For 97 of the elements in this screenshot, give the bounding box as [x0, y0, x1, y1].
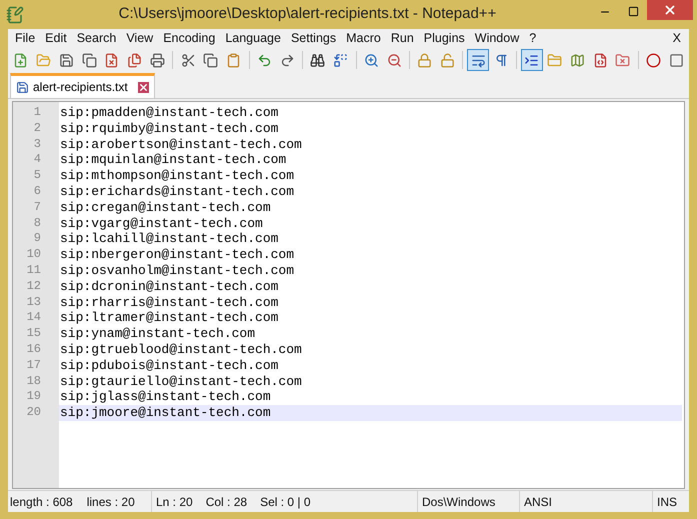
close-file-icon — [104, 52, 120, 68]
app-icon — [6, 6, 24, 24]
status-line: Ln : 20 — [156, 494, 193, 510]
line-number: 11 — [26, 262, 42, 279]
zoom-in-icon — [364, 52, 379, 68]
line-number: 2 — [32, 120, 42, 137]
menu-item[interactable]: Run — [386, 29, 419, 48]
save-all-icon — [82, 52, 97, 68]
save-icon — [16, 80, 29, 94]
menu-item[interactable]: Language — [220, 29, 286, 48]
line-number: 19 — [26, 389, 42, 406]
menu-item[interactable]: Search — [72, 29, 122, 48]
status-selection: Sel : 0 | 0 — [260, 494, 311, 510]
code-line: sip:pdubois@instant-tech.com — [59, 358, 280, 374]
line-number: 18 — [26, 374, 42, 390]
line-number: 17 — [26, 358, 42, 374]
code-line: sip:jglass@instant-tech.com — [59, 389, 272, 406]
word-wrap-icon — [470, 52, 486, 68]
menu-item[interactable]: Settings — [286, 29, 342, 48]
status-column: Col : 28 — [206, 492, 248, 510]
menu-item[interactable]: Window — [470, 29, 524, 48]
cut-icon — [180, 52, 196, 68]
code-line: sip:dcronin@instant-tech.com — [59, 278, 280, 295]
map-icon — [570, 52, 585, 68]
print-icon — [150, 52, 165, 68]
maximize-icon — [628, 6, 638, 17]
zoom-out-icon — [386, 52, 402, 68]
status-eol: Dos\Windows — [422, 494, 496, 510]
code-line: sip:ynam@instant-tech.com — [59, 326, 256, 342]
line-number: 10 — [26, 247, 42, 263]
status-encoding: ANSI — [524, 494, 552, 510]
code-line: sip:nbergeron@instant-tech.com — [59, 247, 296, 263]
line-number: 13 — [26, 294, 42, 310]
code-line: sip:gtrueblood@instant-tech.com — [59, 342, 303, 358]
line-number: 20 — [26, 405, 42, 421]
code-line: sip:pmadden@instant-tech.com — [59, 105, 280, 121]
line-number: 8 — [32, 216, 42, 232]
find-icon — [310, 52, 326, 68]
line-number: 1 — [32, 105, 42, 121]
close-button[interactable] — [647, 0, 693, 20]
line-number: 9 — [32, 231, 42, 248]
line-number: 14 — [26, 310, 42, 326]
line-number: 15 — [26, 326, 42, 342]
line-number: 12 — [26, 278, 42, 295]
undo-icon — [256, 52, 272, 68]
code-line: sip:rquimby@instant-tech.com — [59, 120, 280, 137]
toolbar-button[interactable] — [520, 49, 543, 71]
replace-icon — [333, 52, 348, 68]
line-number: 6 — [32, 184, 42, 200]
save-icon — [58, 52, 74, 68]
close-icon — [663, 3, 677, 17]
menu-item[interactable]: ? — [524, 29, 542, 48]
code-line: sip:vgarg@instant-tech.com — [59, 216, 264, 232]
stop-icon — [668, 52, 684, 68]
code-line: sip:mquinlan@instant-tech.com — [59, 152, 288, 168]
status-mode: INS — [657, 494, 678, 510]
pilcrow-icon — [494, 52, 509, 68]
new-file-icon — [13, 52, 28, 68]
toolbar-button[interactable] — [467, 49, 490, 71]
status-lines: lines : 20 — [86, 494, 135, 510]
document-icon — [592, 52, 608, 68]
status-length: length : 608 — [10, 494, 73, 510]
code-line: sip:arobertson@instant-tech.com — [59, 136, 303, 152]
indent-icon — [524, 52, 540, 68]
code-line: sip:ltramer@instant-tech.com — [59, 310, 280, 326]
code-line: sip:osvanholm@instant-tech.com — [59, 262, 296, 279]
folder-icon — [615, 52, 630, 68]
menu-item[interactable]: Encoding — [158, 29, 220, 48]
unlock-icon — [440, 52, 456, 68]
menu-item[interactable]: Macro — [341, 29, 386, 48]
line-number: 16 — [26, 342, 42, 358]
copy-icon — [203, 52, 218, 68]
menu-item[interactable]: View — [121, 29, 158, 48]
line-number: 4 — [32, 152, 42, 168]
record-icon — [646, 52, 662, 68]
code-line: sip:erichards@instant-tech.com — [59, 184, 296, 200]
paste-icon — [226, 52, 242, 68]
menu-item[interactable]: Plugins — [418, 29, 470, 48]
code-line: sip:cregan@instant-tech.com — [59, 200, 272, 216]
code-line: sip:gtauriello@instant-tech.com — [59, 374, 303, 390]
close-document-button[interactable]: X — [666, 29, 687, 48]
close-tab-icon — [138, 82, 149, 92]
menu-item[interactable]: Edit — [40, 29, 72, 48]
menu-item[interactable]: File — [10, 29, 40, 48]
code-line: sip:mthompson@instant-tech.com — [59, 168, 296, 184]
file-tab[interactable]: alert-recipients.txt — [10, 73, 155, 98]
code-line: sip:lcahill@instant-tech.com — [59, 231, 280, 248]
close-all-icon — [127, 52, 142, 68]
line-number: 5 — [32, 168, 42, 184]
folder-icon — [547, 52, 562, 68]
line-number: 7 — [32, 200, 42, 216]
code-line: sip:rharris@instant-tech.com — [59, 294, 280, 310]
lock-icon — [417, 52, 432, 68]
line-number: 3 — [32, 136, 42, 152]
redo-icon — [280, 52, 295, 68]
window-title: C:\Users\jmoore\Desktop\alert-recipients.txt - Notepad++ — [118, 5, 496, 22]
folder-icon — [36, 52, 52, 68]
